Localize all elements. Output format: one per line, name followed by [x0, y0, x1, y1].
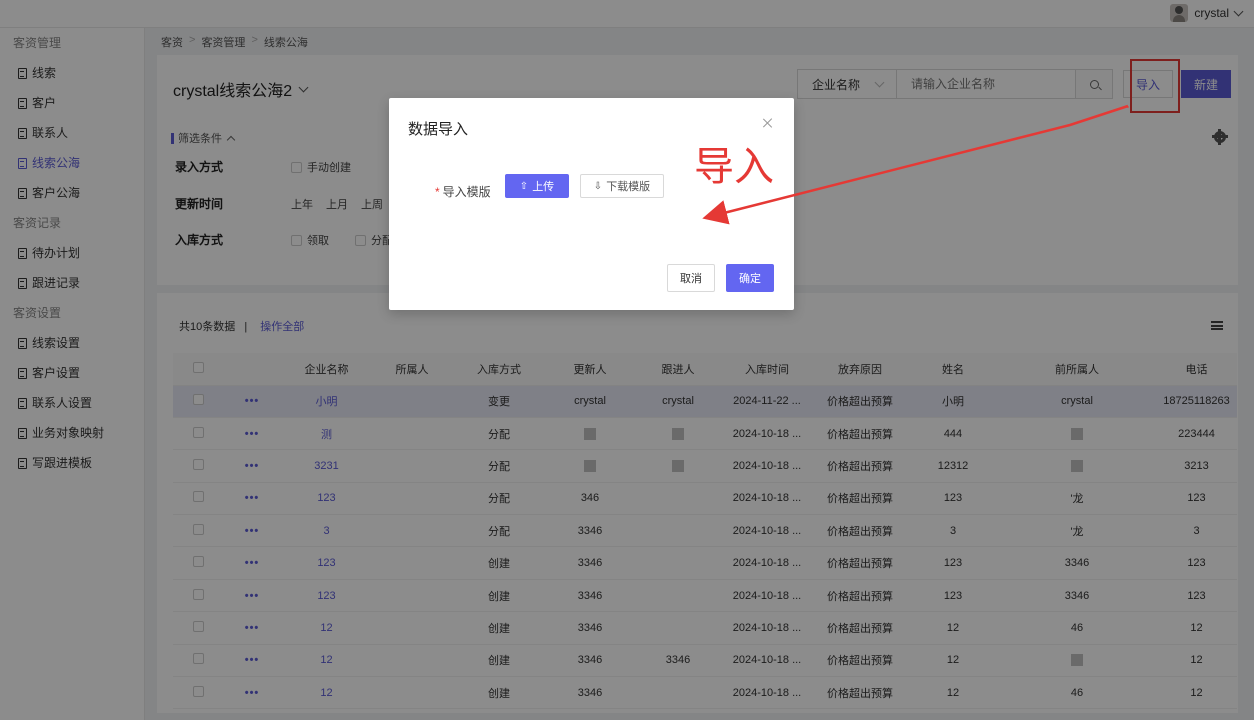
close-icon[interactable] [762, 117, 774, 129]
import-dialog: 数据导入 * 导入模版 ⇧ 上传 ⇩ 下载模版 取消 确定 [389, 98, 794, 310]
download-icon: ⇩ [593, 180, 603, 192]
required-icon: * [435, 185, 440, 199]
upload-label: 上传 [532, 181, 555, 193]
field-label: * 导入模版 [435, 183, 491, 200]
download-template-button[interactable]: ⇩ 下载模版 [580, 174, 664, 198]
download-label: 下载模版 [606, 181, 651, 193]
upload-button[interactable]: ⇧ 上传 [505, 174, 569, 198]
upload-icon: ⇧ [519, 180, 529, 192]
field-label-text: 导入模版 [442, 185, 491, 199]
confirm-button[interactable]: 确定 [726, 264, 774, 292]
dialog-title: 数据导入 [408, 121, 469, 138]
annotation-text: 导入 [694, 144, 774, 190]
cancel-button[interactable]: 取消 [667, 264, 715, 292]
